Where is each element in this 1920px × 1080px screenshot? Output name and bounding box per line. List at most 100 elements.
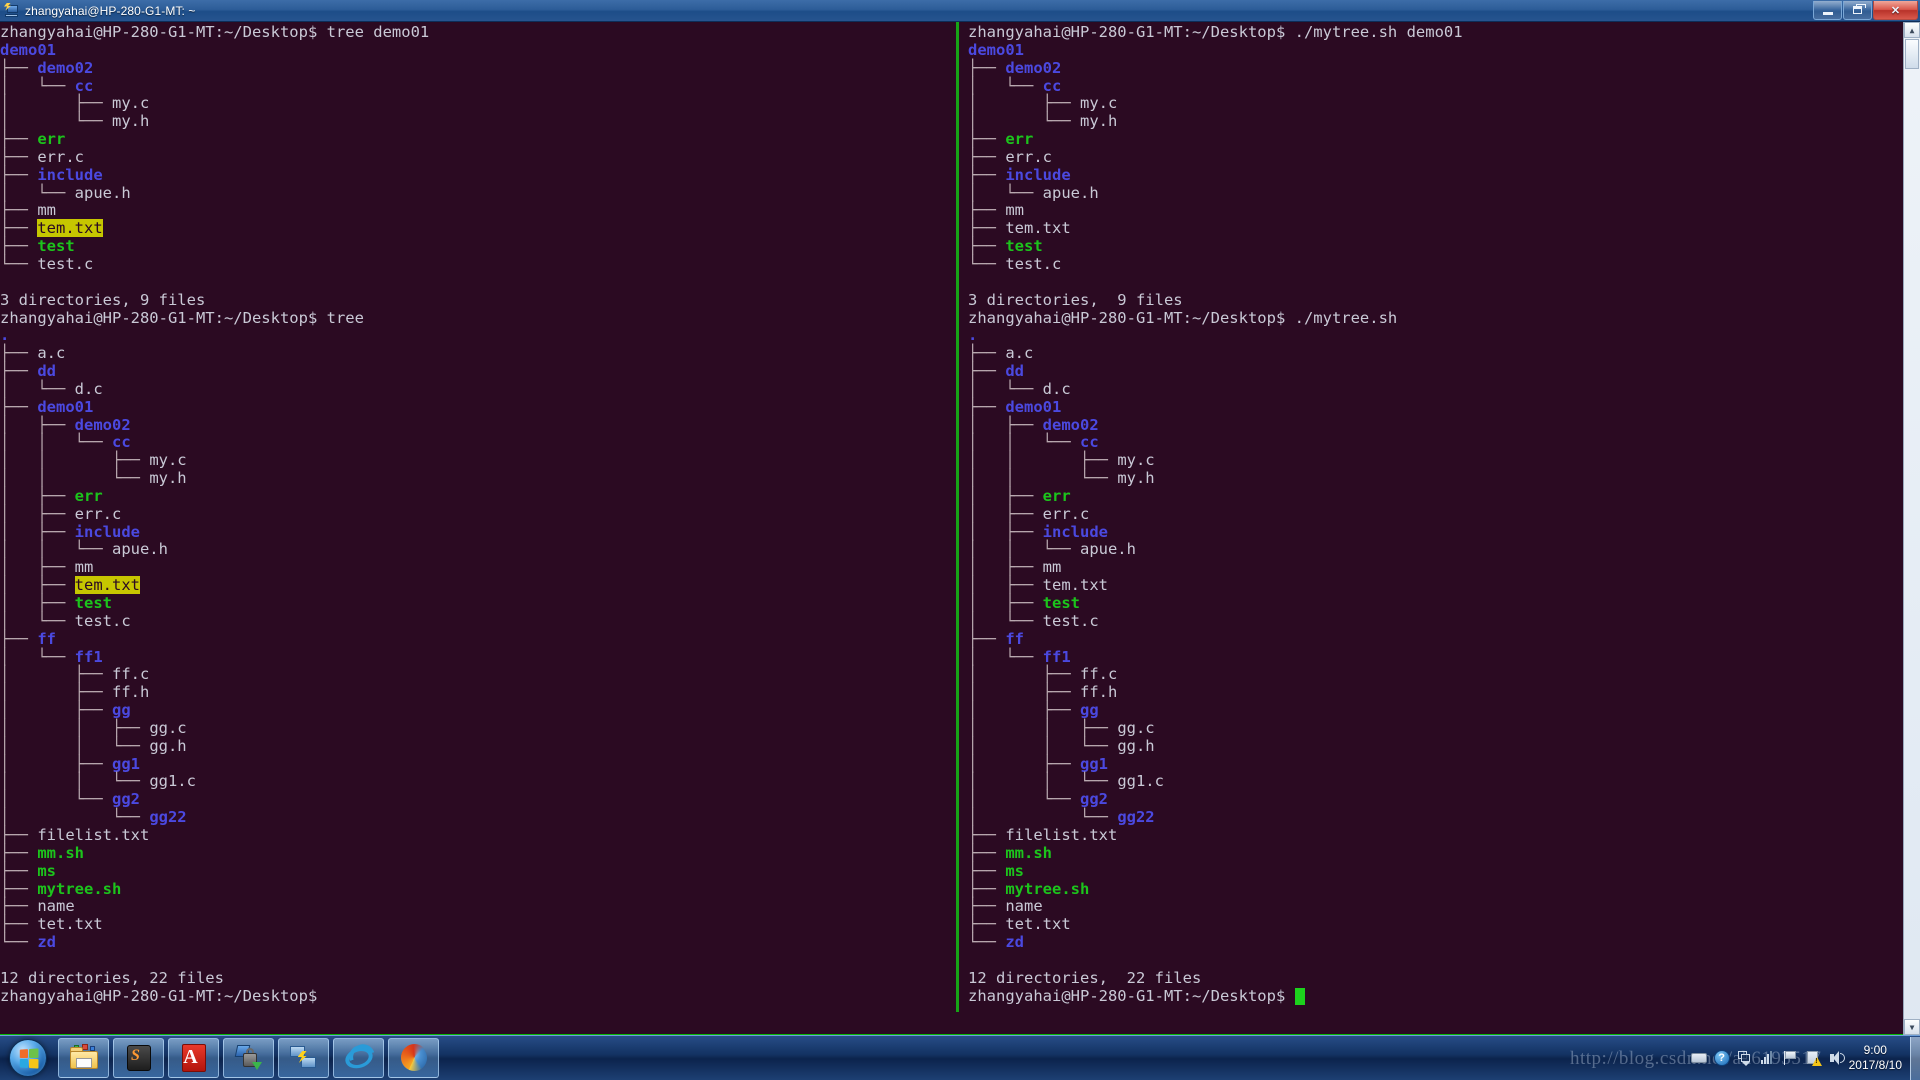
tree-row: ├── filelist.txt <box>0 826 956 845</box>
tree-guide: ├── <box>0 397 38 416</box>
scroll-down-arrow[interactable]: ▼ <box>1904 1019 1920 1035</box>
tree-guide: ├── <box>0 344 38 363</box>
show-desktop-button[interactable] <box>1910 1036 1920 1080</box>
pane-right-t2-node: filelist.txt <box>1005 825 1118 844</box>
tree-guide: ├── <box>968 915 1006 934</box>
pane-left-t1-node: cc <box>74 76 94 95</box>
terminal-scrollbar[interactable]: ▲ ▼ <box>1903 22 1920 1035</box>
pane-right-t2-node: mytree.sh <box>1005 879 1090 898</box>
volume-icon[interactable] <box>1829 1050 1845 1066</box>
tree-guide: ├── <box>968 237 1006 256</box>
tree-guide: │ │ └── <box>0 736 150 755</box>
taskbar-clock[interactable]: 9:00 2017/8/10 <box>1849 1043 1902 1073</box>
tree-guide: ├── <box>0 629 38 648</box>
tree-row: │ └── my.h <box>968 112 1920 131</box>
maximize-button[interactable] <box>1843 1 1872 20</box>
pane-left-t1-node: demo02 <box>37 58 94 77</box>
warning-icon[interactable]: ! <box>1806 1050 1822 1066</box>
tree-row: │ └── gg22 <box>968 808 1920 827</box>
tmux-pane-divider[interactable] <box>956 22 959 1012</box>
pane-left-t2-node: test.c <box>74 611 131 630</box>
flag-icon[interactable] <box>1783 1050 1799 1066</box>
tree-row: . <box>968 326 1920 345</box>
tree-row: ├── include <box>0 165 956 185</box>
tree-guide: ├── <box>0 219 38 238</box>
summary-line: 12 directories, 22 files <box>0 969 956 988</box>
tree-guide: ├── <box>0 165 38 184</box>
taskbar-item-secure-sync[interactable] <box>223 1038 274 1078</box>
tree-row: ├── ff <box>968 630 1920 649</box>
sublime-icon: S <box>124 1043 154 1073</box>
pane-left-t2-node: ff.h <box>111 683 150 702</box>
tree-guide: ├── <box>0 879 38 898</box>
tree-row: │ ├── gg <box>0 701 956 720</box>
tree-row: │ └── cc <box>968 77 1920 96</box>
tree-guide: │ ├── <box>0 522 75 541</box>
tree-guide: │ └── <box>968 647 1043 666</box>
start-button[interactable] <box>2 1038 54 1079</box>
firefox-icon <box>399 1043 429 1073</box>
shell-prompt-command: zhangyahai@HP-280-G1-MT:~/Desktop$ tree … <box>0 23 430 41</box>
tree-row: ├── tem.txt <box>968 219 1920 238</box>
keyboard-icon[interactable] <box>1690 1050 1707 1066</box>
taskbar-item-sublime-text[interactable]: S <box>113 1038 164 1078</box>
tree-row: ├── a.c <box>968 344 1920 363</box>
tmux-pane-right[interactable]: zhangyahai@HP-280-G1-MT:~/Desktop$ ./myt… <box>962 22 1920 1012</box>
tree-row: └── test.c <box>968 255 1920 274</box>
tree-row: │ └── cc <box>0 76 956 96</box>
tree-guide: │ │ └── <box>968 736 1118 755</box>
minimize-button[interactable] <box>1813 1 1842 20</box>
tree-guide: │ └── <box>968 790 1080 809</box>
pane-right-t2-node: name <box>1005 897 1043 916</box>
tree-guide: │ └── <box>0 790 112 809</box>
tree-guide: │ ├── <box>968 594 1043 612</box>
terminal-surface[interactable]: zhangyahai@HP-280-G1-MT:~/Desktop$ tree … <box>0 22 1920 1035</box>
windows-taskbar[interactable]: S A ? ! 9:00 2017/8/10 <box>0 1035 1920 1080</box>
prompt-line: zhangyahai@HP-280-G1-MT:~/Desktop$ ./myt… <box>968 308 1920 328</box>
tree-row: │ │ ├── my.c <box>968 451 1920 470</box>
tree-row: ├── err <box>968 130 1920 149</box>
help-icon[interactable]: ? <box>1713 1050 1730 1066</box>
pane-right-t2-node: my.h <box>1117 469 1155 488</box>
tree-row: demo01 <box>968 41 1920 60</box>
tree-guide: └── <box>0 254 38 273</box>
taskbar-item-explorer[interactable] <box>58 1038 109 1078</box>
window-title-bar[interactable]: zhangyahai@HP-280-G1-MT: ~ ✕ <box>0 0 1920 22</box>
clock-date: 2017/8/10 <box>1848 1058 1902 1072</box>
taskbar-item-firefox[interactable] <box>388 1038 439 1078</box>
taskbar-item-internet-explorer[interactable] <box>333 1038 384 1078</box>
tree-guide: │ ├── <box>968 665 1080 684</box>
system-tray[interactable]: ? ! <box>1690 1050 1845 1066</box>
pane-left-t2-node: gg2 <box>111 790 140 809</box>
tree-row: ├── test <box>968 237 1920 256</box>
close-button[interactable]: ✕ <box>1873 1 1918 20</box>
tree-row: └── zd <box>968 933 1920 952</box>
pane-left-t1-node: test.c <box>37 254 94 273</box>
tree-guide: ├── <box>0 861 38 880</box>
tmux-pane-left[interactable]: zhangyahai@HP-280-G1-MT:~/Desktop$ tree … <box>0 22 956 1012</box>
pane-left-t2-node: tet.txt <box>37 915 103 934</box>
pane-left-t2-node: a.c <box>37 344 66 363</box>
scroll-up-arrow[interactable]: ▲ <box>1904 22 1920 38</box>
tree-guide: ├── <box>968 397 1006 416</box>
pane-right-t2-node: mm.sh <box>1005 843 1052 862</box>
network-icon[interactable] <box>1760 1050 1776 1066</box>
tree-guide: │ ├── <box>0 94 112 113</box>
tree-row: ├── name <box>968 897 1920 916</box>
pane-right-t2-node: dd <box>1005 362 1024 381</box>
scrollbar-thumb[interactable] <box>1905 39 1919 69</box>
pane-right-t1-node: tem.txt <box>1005 219 1071 238</box>
taskbar-item-remote-shell[interactable] <box>278 1038 329 1078</box>
summary-line: 3 directories, 9 files <box>968 291 1920 310</box>
tree-guide: │ ├── <box>968 94 1080 113</box>
folder-icon <box>69 1043 99 1073</box>
taskbar-item-adobe-reader[interactable]: A <box>168 1038 219 1078</box>
shell-prompt-command: zhangyahai@HP-280-G1-MT:~/Desktop$ ./myt… <box>968 308 1398 327</box>
tree-guide: ├── <box>968 201 1006 220</box>
pane-right-t2-node: include <box>1042 522 1108 541</box>
show-hidden-icon[interactable] <box>1737 1050 1753 1066</box>
tree-guide: │ ├── <box>0 486 75 505</box>
tree-row: │ │ └── my.h <box>0 469 956 488</box>
